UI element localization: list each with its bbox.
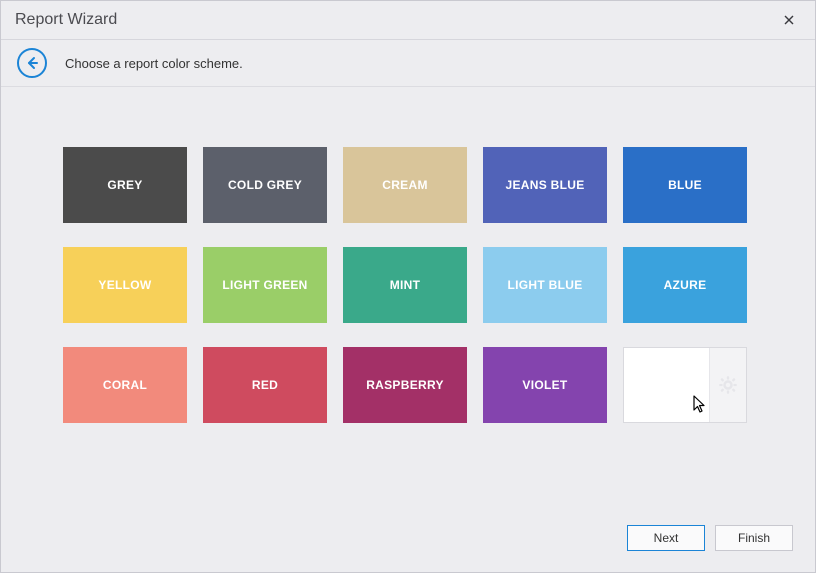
gear-icon <box>718 375 738 395</box>
finish-button-label: Finish <box>738 531 770 545</box>
next-button[interactable]: Next <box>627 525 705 551</box>
swatch-custom[interactable] <box>623 347 747 423</box>
instruction-text: Choose a report color scheme. <box>65 56 243 71</box>
subheader: Choose a report color scheme. <box>1 40 815 87</box>
swatch-light-green[interactable]: LIGHT GREEN <box>203 247 327 323</box>
swatch-label: MINT <box>390 278 421 292</box>
report-wizard-window: Report Wizard Choose a report color sche… <box>0 0 816 573</box>
swatch-label: RED <box>252 378 278 392</box>
close-icon <box>784 15 794 25</box>
swatch-blue[interactable]: BLUE <box>623 147 747 223</box>
custom-swatch-settings[interactable] <box>709 348 746 422</box>
swatch-label: GREY <box>107 178 142 192</box>
swatch-label: BLUE <box>668 178 702 192</box>
swatch-grey[interactable]: GREY <box>63 147 187 223</box>
back-arrow-icon <box>25 56 39 70</box>
swatch-mint[interactable]: MINT <box>343 247 467 323</box>
swatch-label: LIGHT BLUE <box>508 278 583 292</box>
swatch-label: LIGHT GREEN <box>222 278 307 292</box>
titlebar: Report Wizard <box>1 1 815 40</box>
cursor-icon <box>692 394 708 414</box>
swatch-cream[interactable]: CREAM <box>343 147 467 223</box>
content-area: GREY COLD GREY CREAM JEANS BLUE BLUE YEL… <box>1 87 815 512</box>
swatch-cold-grey[interactable]: COLD GREY <box>203 147 327 223</box>
swatch-jeans-blue[interactable]: JEANS BLUE <box>483 147 607 223</box>
color-scheme-grid: GREY COLD GREY CREAM JEANS BLUE BLUE YEL… <box>63 147 753 423</box>
swatch-label: JEANS BLUE <box>505 178 584 192</box>
back-button[interactable] <box>17 48 47 78</box>
swatch-label: COLD GREY <box>228 178 302 192</box>
finish-button[interactable]: Finish <box>715 525 793 551</box>
swatch-label: CREAM <box>382 178 428 192</box>
swatch-label: AZURE <box>664 278 707 292</box>
swatch-coral[interactable]: CORAL <box>63 347 187 423</box>
swatch-raspberry[interactable]: RASPBERRY <box>343 347 467 423</box>
swatch-label: RASPBERRY <box>366 378 444 392</box>
footer: Next Finish <box>1 512 815 572</box>
window-title: Report Wizard <box>15 11 117 29</box>
swatch-red[interactable]: RED <box>203 347 327 423</box>
swatch-label: VIOLET <box>522 378 567 392</box>
swatch-label: YELLOW <box>98 278 151 292</box>
close-button[interactable] <box>777 8 801 32</box>
swatch-yellow[interactable]: YELLOW <box>63 247 187 323</box>
swatch-light-blue[interactable]: LIGHT BLUE <box>483 247 607 323</box>
swatch-violet[interactable]: VIOLET <box>483 347 607 423</box>
swatch-azure[interactable]: AZURE <box>623 247 747 323</box>
swatch-label: CORAL <box>103 378 147 392</box>
next-button-label: Next <box>654 531 679 545</box>
